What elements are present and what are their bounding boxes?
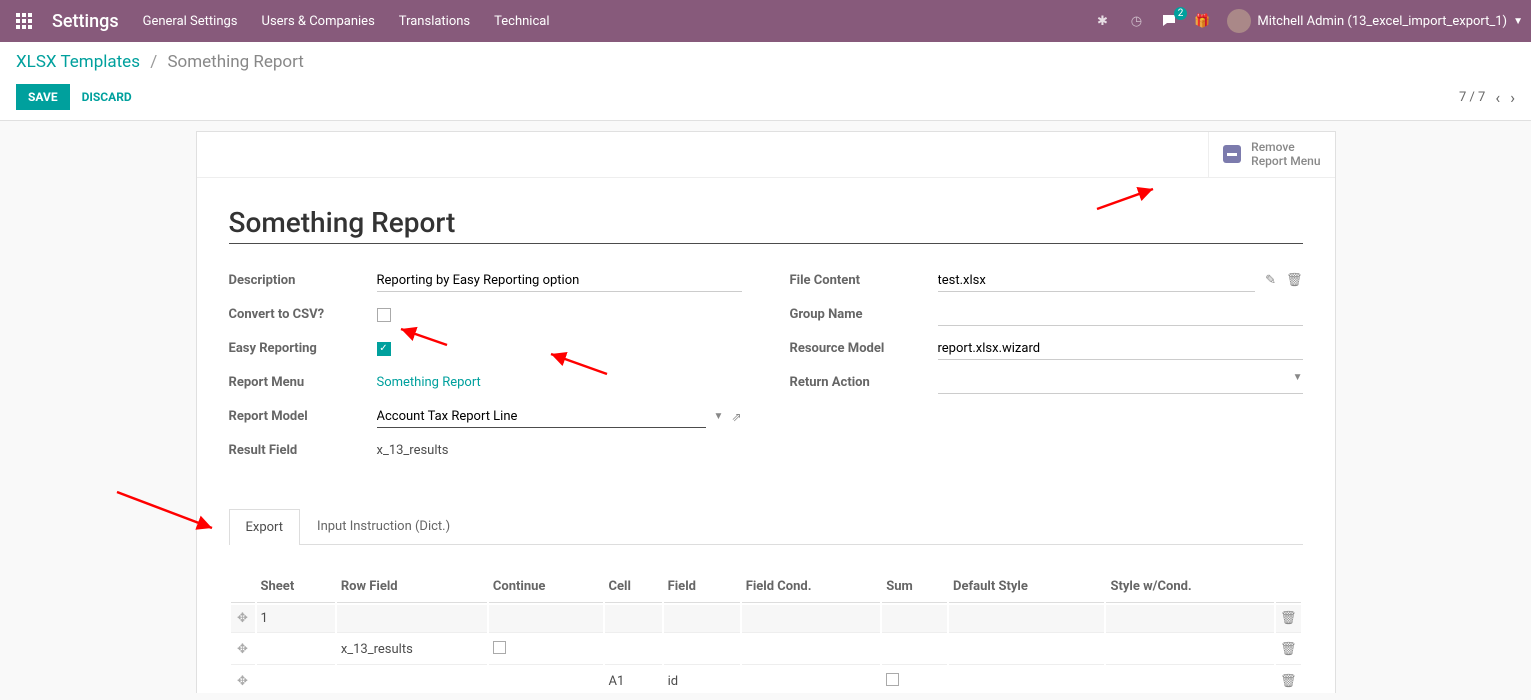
drag-handle-icon[interactable]: ✥ [231,605,255,633]
continue-checkbox[interactable] [493,641,506,654]
stat-line2: Report Menu [1251,154,1320,168]
tab-export[interactable]: Export [229,509,301,545]
result-field-value: x_13_results [377,443,742,458]
app-brand[interactable]: Settings [52,11,119,32]
chevron-down-icon[interactable]: ▼ [714,411,724,422]
resource-model-input[interactable] [938,338,1303,360]
easy-reporting-label: Easy Reporting [229,341,377,356]
table-row[interactable]: ✥ x_13_results 🗑 [231,635,1301,665]
group-name-input[interactable] [938,304,1303,326]
col-cell: Cell [605,571,662,603]
minus-square-icon [1223,145,1241,163]
description-label: Description [229,273,377,288]
pager-text: 7 / 7 [1459,90,1485,105]
convert-csv-checkbox[interactable] [377,308,391,322]
col-sheet: Sheet [257,571,335,603]
resource-model-label: Resource Model [790,341,938,356]
return-action-label: Return Action [790,375,938,390]
external-link-icon[interactable]: ⇗ [731,410,741,424]
cell-sheet[interactable]: 1 [257,605,335,633]
menu-users-companies[interactable]: Users & Companies [262,14,375,29]
pencil-icon[interactable]: ✎ [1265,273,1276,288]
drag-handle-icon[interactable]: ✥ [231,635,255,665]
file-content-label: File Content [790,273,938,288]
cell-cell[interactable]: A1 [605,667,662,693]
description-input[interactable] [377,270,742,292]
remove-report-menu-button[interactable]: Remove Report Menu [1208,132,1334,177]
cell-row-field[interactable]: x_13_results [337,635,487,665]
breadcrumb-current: Something Report [167,52,303,72]
return-action-input[interactable] [938,372,1293,393]
easy-reporting-checkbox[interactable] [377,342,391,356]
breadcrumb: XLSX Templates / Something Report [16,52,1515,72]
stat-line1: Remove [1251,140,1320,154]
pager-prev[interactable]: ‹ [1495,88,1500,107]
msg-badge: 2 [1174,7,1188,20]
control-panel: XLSX Templates / Something Report SAVE D… [0,42,1531,121]
discard-button[interactable]: DISCARD [70,84,144,110]
table-row[interactable]: ✥ 1 🗑 [231,605,1301,633]
file-content-input[interactable] [938,270,1256,292]
col-field-cond: Field Cond. [742,571,881,603]
user-name: Mitchell Admin (13_excel_import_export_1… [1257,14,1507,29]
export-table: Sheet Row Field Continue Cell Field Fiel… [229,569,1303,693]
table-row[interactable]: ✥ A1 id 🗑 [231,667,1301,693]
drag-handle-icon[interactable]: ✥ [231,667,255,693]
pager-next[interactable]: › [1510,88,1515,107]
report-menu-link[interactable]: Something Report [377,375,481,390]
trash-icon[interactable]: 🗑 [1276,667,1301,693]
report-model-label: Report Model [229,409,377,424]
apps-icon[interactable] [8,13,40,29]
col-style-cond: Style w/Cond. [1106,571,1274,603]
chevron-down-icon: ▼ [1513,16,1523,27]
main-menu: General Settings Users & Companies Trans… [143,14,550,29]
top-navbar: Settings General Settings Users & Compan… [0,0,1531,42]
clock-icon[interactable]: ◷ [1127,12,1145,30]
col-continue: Continue [489,571,603,603]
report-menu-label: Report Menu [229,375,377,390]
trash-icon[interactable]: 🗑 [1286,273,1303,288]
form-sheet: Remove Report Menu Description Convert t… [196,131,1336,693]
result-field-label: Result Field [229,443,377,458]
avatar [1227,9,1251,33]
chevron-down-icon[interactable]: ▼ [1293,372,1303,393]
convert-csv-label: Convert to CSV? [229,307,377,322]
report-model-input[interactable] [377,406,706,428]
save-button[interactable]: SAVE [16,84,70,110]
col-field: Field [664,571,740,603]
breadcrumb-sep: / [150,52,157,72]
messaging-icon[interactable]: 2 [1161,13,1177,29]
menu-translations[interactable]: Translations [399,14,470,29]
cell-field[interactable]: id [664,667,740,693]
tab-input-instruction[interactable]: Input Instruction (Dict.) [300,508,467,544]
trash-icon[interactable]: 🗑 [1276,605,1301,633]
pager: 7 / 7 ‹ › [1459,88,1515,107]
gift-icon[interactable]: 🎁 [1193,12,1211,30]
trash-icon[interactable]: 🗑 [1276,635,1301,665]
bug-icon[interactable]: ✱ [1093,12,1111,30]
col-default-style: Default Style [949,571,1104,603]
user-menu[interactable]: Mitchell Admin (13_excel_import_export_1… [1227,9,1523,33]
sum-checkbox[interactable] [886,673,899,686]
group-name-label: Group Name [790,307,938,322]
menu-technical[interactable]: Technical [494,14,549,29]
col-sum: Sum [882,571,947,603]
title-input[interactable] [229,202,1303,244]
breadcrumb-root[interactable]: XLSX Templates [16,52,140,72]
menu-general-settings[interactable]: General Settings [143,14,238,29]
col-row-field: Row Field [337,571,487,603]
